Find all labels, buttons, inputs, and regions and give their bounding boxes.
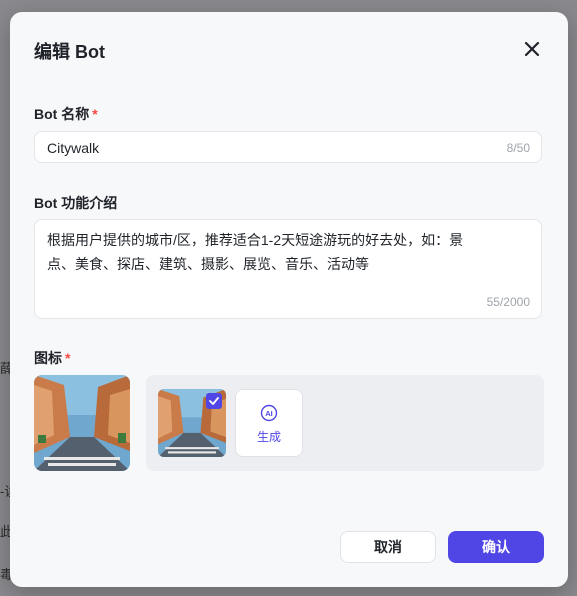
svg-text:AI: AI	[265, 409, 273, 418]
name-label: Bot 名称 *	[34, 106, 98, 122]
street-scene-image	[34, 375, 130, 471]
required-mark: *	[92, 106, 98, 122]
name-char-counter: 8/50	[506, 141, 530, 155]
required-mark: *	[65, 350, 71, 366]
icon-options-panel: AI 生成	[146, 375, 544, 471]
edit-bot-dialog: 编辑 Bot Bot 名称 * Citywalk 8/50 Bot 功能介绍 根据…	[10, 12, 568, 587]
bot-description-textarea[interactable]: 根据用户提供的城市/区，推荐适合1-2天短途游玩的好去处，如：景点、美食、探店、…	[34, 219, 542, 319]
generate-label: 生成	[256, 430, 281, 444]
generate-icon-button[interactable]: AI 生成	[235, 389, 303, 457]
bot-description-value: 根据用户提供的城市/区，推荐适合1-2天短途游玩的好去处，如：景点、美食、探店、…	[47, 232, 464, 272]
bot-icon-preview	[34, 375, 130, 471]
checkmark-icon	[206, 393, 222, 409]
close-icon[interactable]	[522, 39, 542, 59]
bot-name-value: Citywalk	[47, 140, 100, 156]
description-char-counter: 55/2000	[486, 295, 530, 309]
icon-option-selected[interactable]	[158, 389, 226, 457]
ai-sparkle-icon: AI	[260, 404, 278, 422]
confirm-button[interactable]: 确认	[448, 531, 544, 563]
cancel-button[interactable]: 取消	[340, 531, 436, 563]
icon-label: 图标 *	[34, 350, 71, 366]
dialog-title: 编辑 Bot	[34, 42, 105, 62]
bot-name-input[interactable]: Citywalk 8/50	[34, 131, 542, 163]
description-label: Bot 功能介绍	[34, 195, 118, 211]
